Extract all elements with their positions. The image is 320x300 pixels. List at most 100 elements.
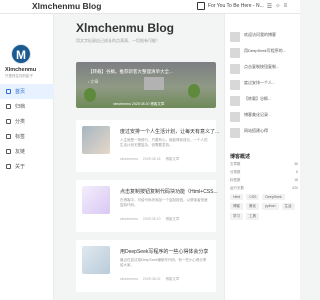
avatar[interactable]: M	[11, 44, 31, 64]
post-author: xlmchenmu	[120, 217, 138, 221]
recent-post-item[interactable]: 欢迎访问我的博客	[230, 32, 298, 48]
tag-item[interactable]: DeepSeek	[262, 194, 285, 200]
stat-value: 420	[292, 186, 298, 190]
stat-value: 36	[294, 162, 298, 166]
sidebar: M Xlmchenmu 只是抓住你的影子 首页 归档 分类 标签 友链 关于	[0, 14, 54, 300]
recent-post-title: 欢迎访问我的博客	[244, 32, 276, 37]
tag-item[interactable]: 工具	[246, 213, 259, 220]
stats-title: 博客概述	[230, 154, 251, 160]
stat-label: 运行天数	[230, 186, 244, 190]
tag-cloud: Html CSS DeepSeek 博客 美化 python 生活 学习 工具	[230, 194, 296, 220]
page-title: Xlmchenmu Blog	[76, 21, 175, 35]
post-thumbnail	[230, 112, 240, 122]
recent-posts: 欢迎访问我的博客 用DeepSeek写程序的... 点击复制按钮复制... 度过…	[230, 32, 298, 144]
stat-label: 文章数	[230, 162, 241, 166]
archive-icon	[6, 104, 11, 109]
post-date: 2025 08 18	[142, 157, 161, 161]
recent-post-item[interactable]: 点击复制按钮复制...	[230, 64, 298, 80]
post-author: xlmchenmu	[120, 277, 138, 281]
featured-post[interactable]: 【转载】谷枫。推荐新客大整理清单大全... • 文章 xlmchenmu 202…	[76, 62, 216, 108]
recent-post-title: 点击复制按钮复制...	[244, 64, 280, 69]
stat-item: 文章数 36	[230, 162, 298, 170]
post-title[interactable]: 用DeepSeek写程序的一些心得体会分享	[120, 248, 208, 255]
main-header: Xlmchenmu Blog 用文字纪录自己成长的点滴滴，一切皆有可能！	[76, 21, 174, 44]
tag-item[interactable]: 美化	[246, 203, 259, 210]
nav-item-about[interactable]: 关于	[0, 159, 54, 174]
post-meta: xlmchenmu 2025 08 10 博客文章	[120, 217, 179, 222]
recent-post-item[interactable]: 网站搭建心得	[230, 128, 298, 144]
recent-post-item[interactable]: 用DeepSeek写程序的...	[230, 48, 298, 64]
post-card[interactable]: 用DeepSeek写程序的一些心得体会分享 最近在尝试用DeepSeek辅助写代…	[76, 240, 216, 292]
nav-item-archive[interactable]: 归档	[0, 99, 54, 114]
tag-item[interactable]: CSS	[246, 194, 260, 200]
post-category: 博客文章	[150, 102, 165, 106]
nav-item-home[interactable]: 首页	[0, 84, 54, 99]
nav-item-label: 首页	[15, 89, 26, 95]
stat-item: 标签数 18	[230, 178, 298, 186]
recent-post-title: 用DeepSeek写程序的...	[244, 48, 287, 53]
stat-label: 分类数	[230, 170, 241, 174]
tag-item[interactable]: 学习	[230, 213, 243, 220]
tag-item[interactable]: 博客	[230, 203, 243, 210]
post-meta: xlmchenmu 2025 08 18 博客文章	[120, 157, 179, 162]
post-date: 2025 08 20	[131, 102, 150, 106]
house-image	[144, 77, 164, 90]
post-thumbnail	[230, 96, 240, 106]
post-excerpt: 在博客中，可给代码块添加一个复制按钮，以便读者快速复制代码。	[120, 198, 208, 207]
recent-post-title: 【转载】谷枫...	[244, 96, 272, 101]
nav-item-links[interactable]: 友链	[0, 144, 54, 159]
stat-label: 标签数	[230, 178, 241, 182]
post-category: 博客文章	[165, 277, 180, 281]
recent-post-item[interactable]: 【转载】谷枫...	[230, 96, 298, 112]
theme-icon[interactable]: ☼	[275, 3, 281, 9]
nav-item-label: 归档	[15, 104, 26, 110]
post-thumbnail	[230, 80, 240, 90]
tag-item[interactable]: python	[262, 203, 279, 210]
post-card[interactable]: 度过安排一个人生活计划，让每天有意义了... 人生就是一场修行，只要有心，就能得…	[76, 120, 219, 172]
post-thumbnail	[230, 64, 240, 74]
post-thumbnail	[230, 32, 240, 42]
tag-item[interactable]: Html	[230, 194, 244, 200]
menu-icon[interactable]: ☰	[267, 3, 272, 10]
post-date: 2025 08 02	[142, 277, 161, 281]
nav-item-tags[interactable]: 标签	[0, 129, 54, 144]
nav-item-category[interactable]: 分类	[0, 114, 54, 129]
tag-icon	[6, 134, 11, 139]
post-card[interactable]: 点击复制按钮复制代码块功能（Html+CSS... 在博客中，可给代码块添加一个…	[76, 180, 218, 232]
music-player: For You To Be Here - N... ☰ ☼ ≡	[197, 2, 287, 10]
post-category: 博客文章	[165, 217, 180, 221]
featured-post-title: 【转载】谷枫。推荐新客大整理清单大全...	[88, 69, 173, 74]
post-title[interactable]: 点击复制按钮复制代码块功能（Html+CSS...	[120, 188, 218, 195]
site-title[interactable]: Xlmchenmu Blog	[32, 1, 101, 11]
post-thumbnail	[230, 128, 240, 138]
post-category: 博客文章	[165, 157, 180, 161]
recent-post-item[interactable]: 度过安排一个人...	[230, 80, 298, 96]
recent-post-title: 网站搭建心得	[244, 128, 268, 133]
tree-image	[188, 84, 200, 98]
recent-post-title: 度过安排一个人...	[244, 80, 276, 85]
post-meta: xlmchenmu 2025 08 02 博客文章	[120, 277, 179, 282]
post-thumbnail	[82, 246, 110, 274]
recent-post-item[interactable]: 博客美化记录	[230, 112, 298, 128]
list-icon[interactable]: ≡	[284, 3, 288, 9]
play-icon[interactable]	[197, 2, 205, 10]
recent-post-title: 博客美化记录	[244, 112, 268, 117]
home-icon	[6, 89, 11, 94]
nav-item-label: 分类	[15, 119, 26, 125]
right-panel: 欢迎访问我的博客 用DeepSeek写程序的... 点击复制按钮复制... 度过…	[224, 14, 300, 300]
nav-menu: 首页 归档 分类 标签 友链 关于	[0, 84, 54, 174]
user-icon	[6, 164, 11, 169]
nav-item-label: 关于	[15, 164, 26, 170]
post-thumbnail	[82, 186, 110, 214]
post-title[interactable]: 度过安排一个人生活计划，让每天有意义了...	[120, 128, 219, 135]
stat-item: 分类数 6	[230, 170, 298, 178]
featured-post-meta: xlmchenmu 2025 08 20 博客文章	[113, 102, 164, 107]
post-thumbnail	[82, 126, 110, 154]
tree-image	[84, 88, 96, 102]
featured-post-tag: • 文章	[88, 79, 99, 84]
post-author: xlmchenmu	[113, 102, 131, 106]
post-author: xlmchenmu	[120, 157, 138, 161]
tag-item[interactable]: 生活	[281, 203, 295, 210]
user-desc: 只是抓住你的影子	[5, 74, 33, 78]
user-name: Xlmchenmu	[5, 67, 37, 73]
